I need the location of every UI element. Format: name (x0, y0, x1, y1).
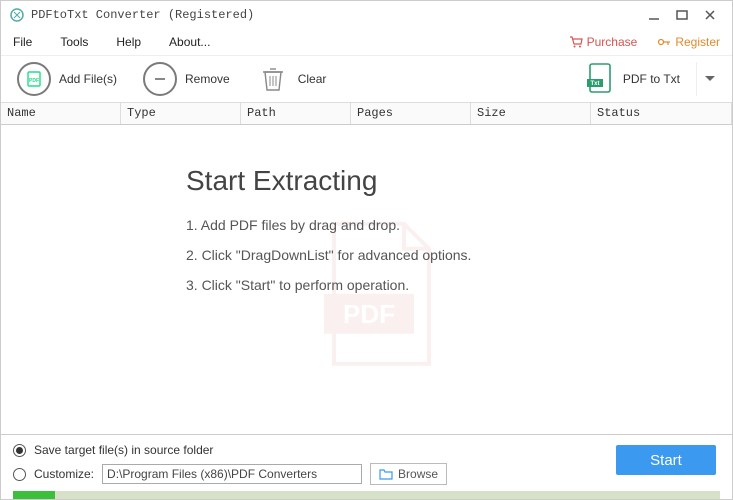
app-icon (9, 7, 25, 23)
minimize-button[interactable] (640, 1, 668, 29)
toolbar: PDF Add File(s) Remove Clear Txt PDF to … (1, 55, 732, 103)
browse-button[interactable]: Browse (370, 463, 447, 485)
svg-text:PDF: PDF (29, 78, 39, 84)
purchase-link[interactable]: Purchase (569, 35, 638, 49)
col-type[interactable]: Type (121, 103, 241, 124)
instruction-step-3: 3. Click "Start" to perform operation. (186, 277, 471, 293)
clear-button[interactable]: Clear (250, 58, 333, 100)
menu-about[interactable]: About... (169, 35, 210, 49)
menu-help[interactable]: Help (116, 35, 141, 49)
add-files-label: Add File(s) (59, 72, 117, 86)
convert-mode-dropdown[interactable]: Txt PDF to Txt (585, 61, 722, 98)
output-path-input[interactable] (102, 464, 362, 484)
col-size[interactable]: Size (471, 103, 591, 124)
col-pages[interactable]: Pages (351, 103, 471, 124)
trash-icon (256, 62, 290, 96)
window-title: PDFtoTxt Converter (Registered) (31, 8, 640, 22)
instruction-step-2: 2. Click "DragDownList" for advanced opt… (186, 247, 471, 263)
remove-label: Remove (185, 72, 230, 86)
minus-icon (143, 62, 177, 96)
maximize-button[interactable] (668, 1, 696, 29)
register-link[interactable]: Register (657, 35, 720, 49)
folder-icon (379, 468, 393, 480)
purchase-label: Purchase (587, 35, 638, 49)
convert-mode-label: PDF to Txt (623, 72, 680, 86)
instructions-heading: Start Extracting (186, 165, 471, 197)
svg-text:Txt: Txt (590, 81, 599, 87)
start-button[interactable]: Start (616, 445, 716, 475)
txt-icon: Txt (585, 61, 615, 98)
instructions: Start Extracting 1. Add PDF files by dra… (186, 165, 471, 307)
menubar: File Tools Help About... Purchase Regist… (1, 29, 732, 55)
bottom-panel: Save target file(s) in source folder Cus… (1, 434, 732, 499)
col-name[interactable]: Name (1, 103, 121, 124)
instruction-step-1: 1. Add PDF files by drag and drop. (186, 217, 471, 233)
chevron-down-icon[interactable] (696, 62, 722, 96)
table-header: Name Type Path Pages Size Status (1, 103, 732, 125)
add-files-button[interactable]: PDF Add File(s) (11, 58, 123, 100)
save-source-label: Save target file(s) in source folder (34, 443, 213, 457)
remove-button[interactable]: Remove (137, 58, 236, 100)
key-icon (657, 35, 671, 49)
cart-icon (569, 35, 583, 49)
drop-area[interactable]: PDF Start Extracting 1. Add PDF files by… (1, 125, 732, 434)
radio-customize[interactable] (13, 468, 26, 481)
pdf-add-icon: PDF (17, 62, 51, 96)
register-label: Register (675, 35, 720, 49)
radio-save-source[interactable] (13, 444, 26, 457)
close-button[interactable] (696, 1, 724, 29)
customize-label: Customize: (34, 467, 94, 481)
col-path[interactable]: Path (241, 103, 351, 124)
col-status[interactable]: Status (591, 103, 732, 124)
browse-label: Browse (398, 467, 438, 481)
menu-file[interactable]: File (13, 35, 32, 49)
titlebar: PDFtoTxt Converter (Registered) (1, 1, 732, 29)
clear-label: Clear (298, 72, 327, 86)
progress-bar (13, 491, 720, 499)
progress-fill (13, 491, 55, 499)
menu-tools[interactable]: Tools (60, 35, 88, 49)
